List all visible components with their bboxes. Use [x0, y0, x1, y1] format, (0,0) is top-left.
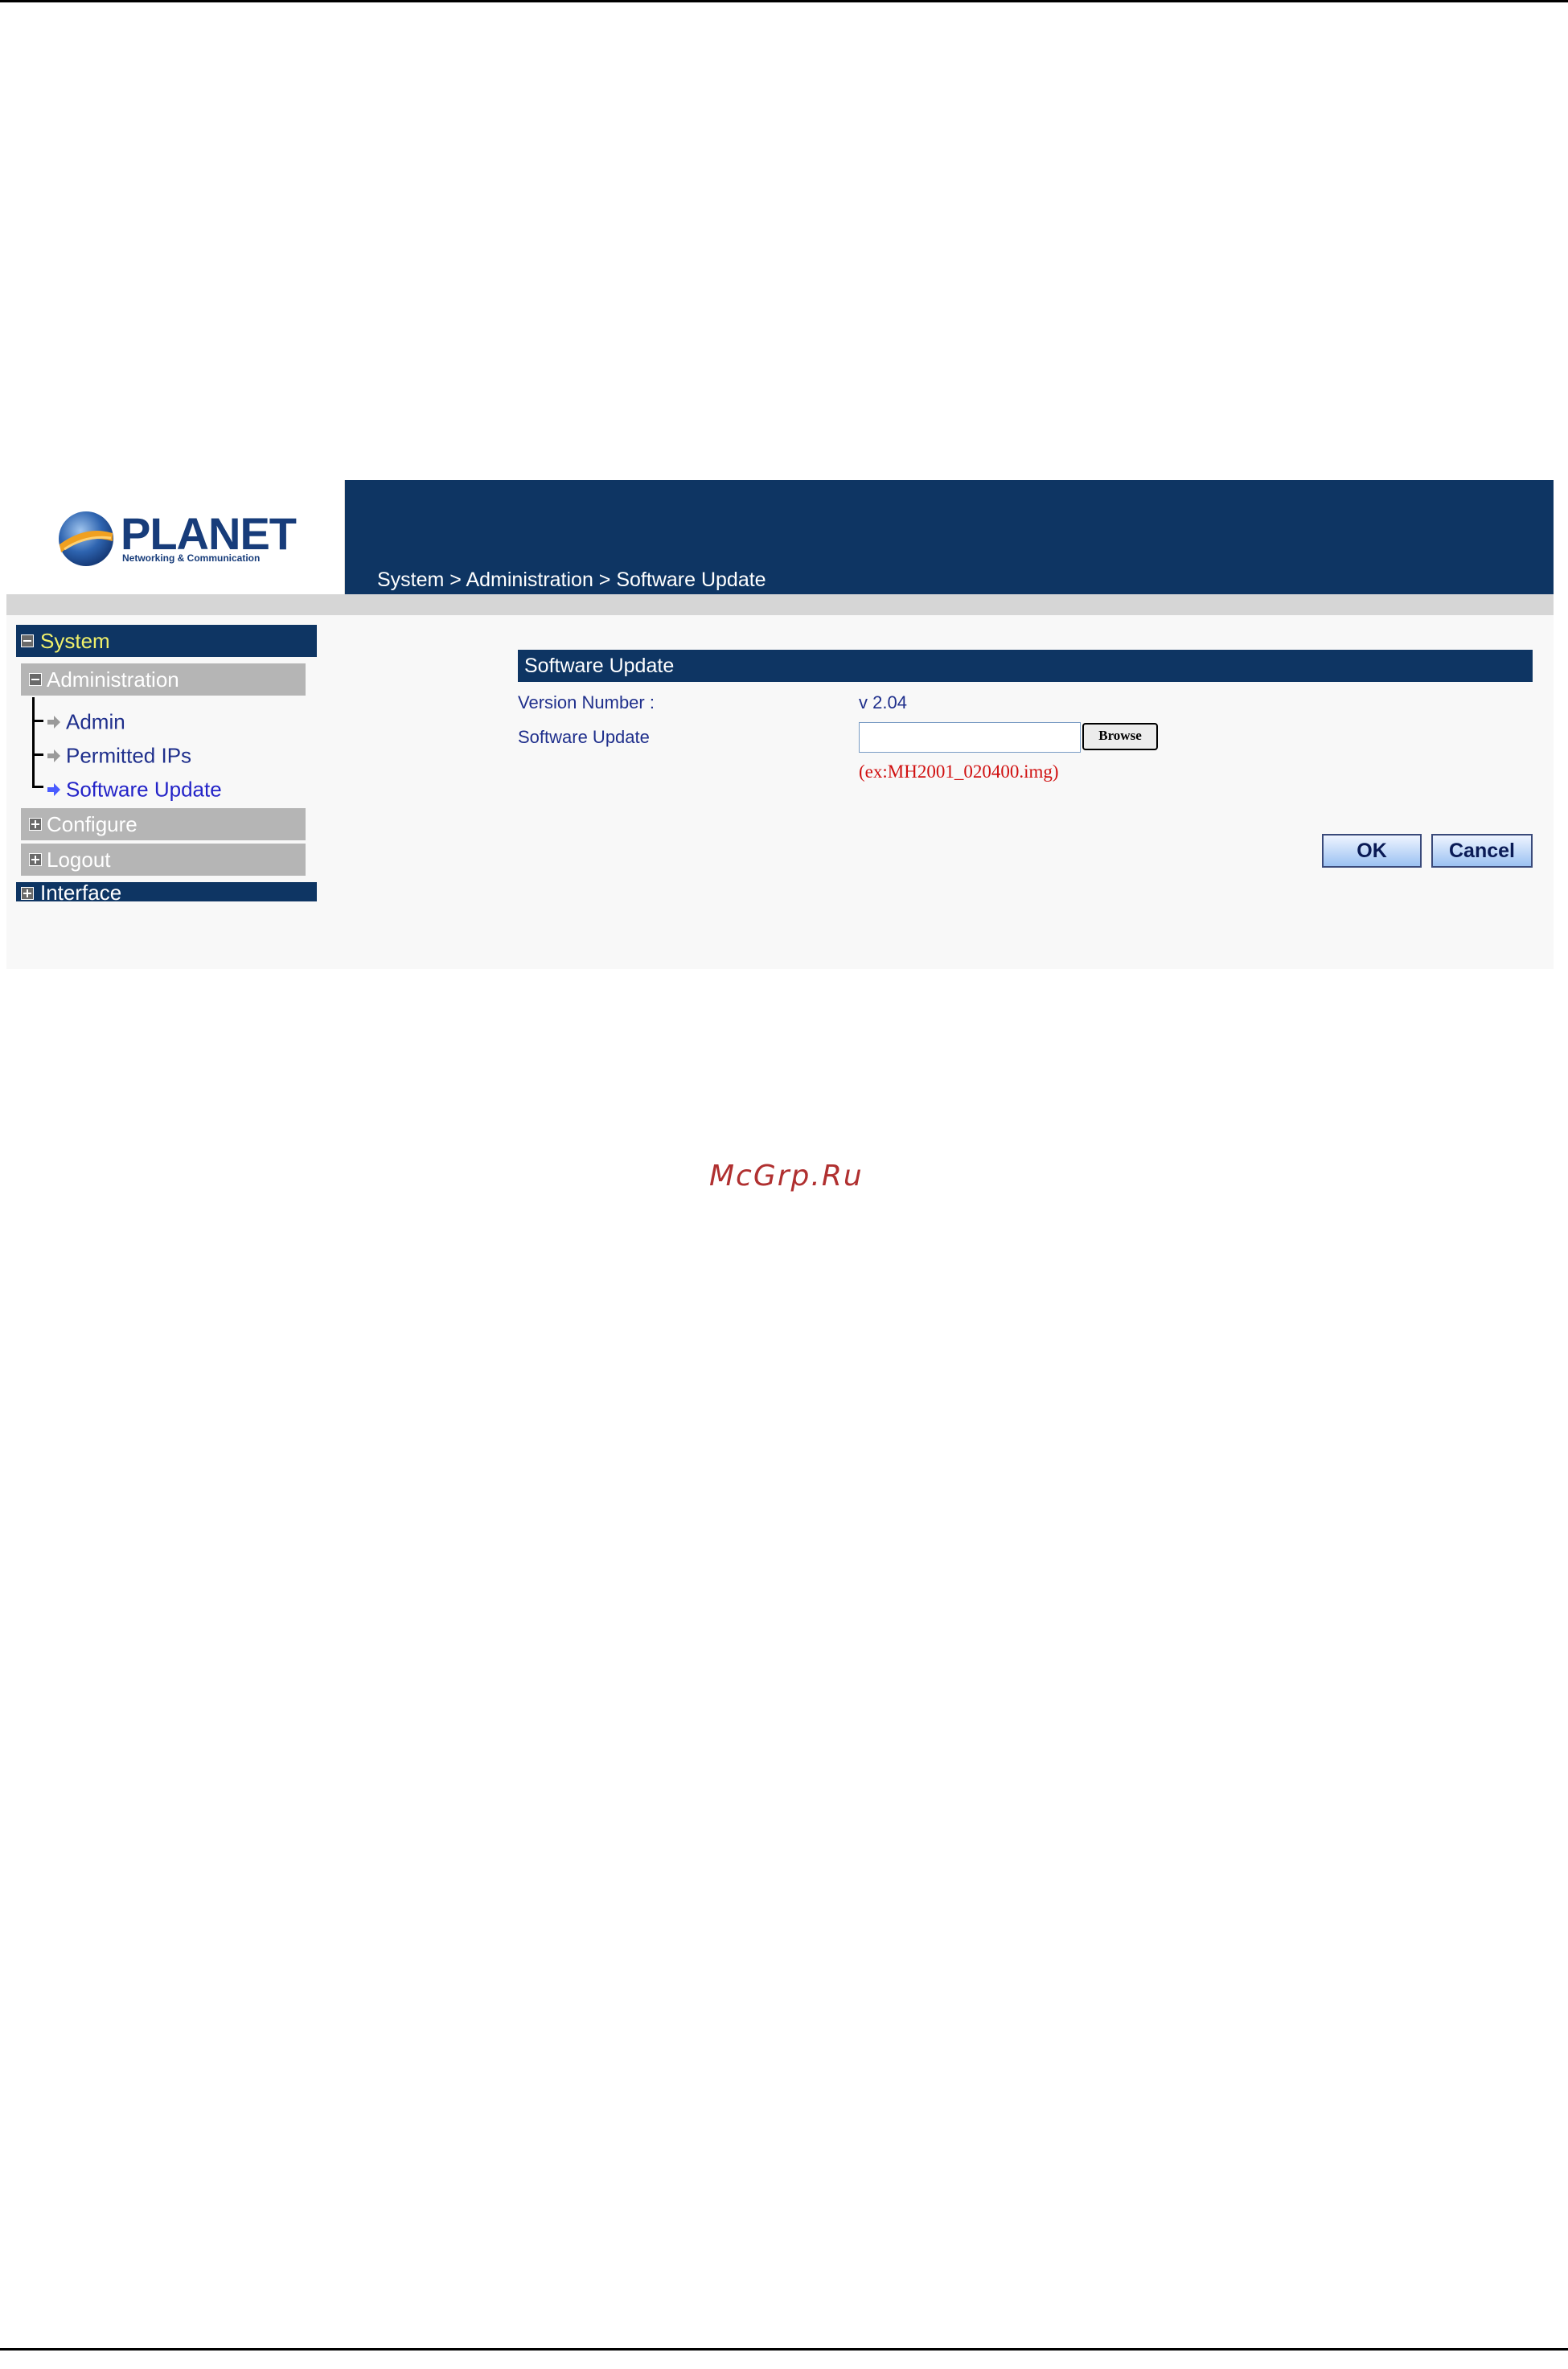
header-divider-strip: [6, 594, 1554, 615]
watermark-text: McGrp.Ru: [709, 1160, 864, 1193]
form-title-bar: Software Update: [518, 650, 1533, 682]
tree-connector: [32, 753, 43, 756]
sidebar-item-interface[interactable]: Interface: [16, 882, 317, 901]
sidebar-configure-label: Configure: [47, 812, 138, 836]
collapse-icon: [29, 673, 42, 686]
software-update-label: Software Update: [518, 727, 650, 747]
file-name-hint: (ex:MH2001_020400.img): [859, 762, 1059, 782]
router-admin-screenshot: PLANET Networking & Communication System…: [6, 480, 1554, 969]
arrow-right-icon: [47, 783, 60, 797]
top-page-rule: [0, 0, 1568, 2]
header-band: System > Administration > Software Updat…: [345, 480, 1554, 594]
tree-connector: [32, 697, 35, 787]
collapse-icon: [21, 634, 34, 647]
sidebar-item-label: Software Update: [66, 777, 222, 802]
sidebar-item-permitted-ips[interactable]: Permitted IPs: [47, 742, 191, 769]
arrow-right-icon: [47, 716, 60, 729]
browse-button[interactable]: Browse: [1082, 723, 1158, 750]
cancel-button[interactable]: Cancel: [1431, 834, 1533, 868]
sidebar-interface-label: Interface: [40, 882, 122, 901]
arrow-right-icon: [47, 749, 60, 763]
expand-icon: [29, 818, 42, 831]
sidebar-item-software-update[interactable]: Software Update: [47, 776, 222, 803]
version-number-value: v 2.04: [859, 692, 907, 712]
sidebar-item-system[interactable]: System: [16, 625, 317, 657]
sidebar-item-logout[interactable]: Logout: [21, 844, 306, 876]
breadcrumb: System > Administration > Software Updat…: [377, 569, 766, 591]
tree-connector: [32, 786, 43, 788]
form-title: Software Update: [524, 655, 675, 677]
version-number-label: Version Number :: [518, 692, 655, 712]
sidebar-item-administration[interactable]: Administration: [21, 663, 306, 696]
sidebar-item-configure[interactable]: Configure: [21, 808, 306, 840]
sidebar-item-admin[interactable]: Admin: [47, 708, 125, 735]
expand-icon: [21, 887, 34, 900]
ok-button[interactable]: OK: [1322, 834, 1422, 868]
sidebar-logout-label: Logout: [47, 848, 111, 872]
file-path-input[interactable]: [859, 722, 1081, 753]
bottom-page-rule: [0, 2348, 1568, 2351]
planet-globe-icon: [59, 511, 113, 566]
expand-icon: [29, 853, 42, 866]
sidebar-system-label: System: [40, 629, 110, 653]
tree-connector: [32, 720, 43, 722]
sidebar-item-label: Admin: [66, 709, 125, 734]
sidebar-administration-label: Administration: [47, 667, 179, 692]
logo-area: PLANET Networking & Communication: [6, 480, 345, 594]
brand-tagline: Networking & Communication: [122, 552, 261, 564]
sidebar-item-label: Permitted IPs: [66, 743, 192, 768]
